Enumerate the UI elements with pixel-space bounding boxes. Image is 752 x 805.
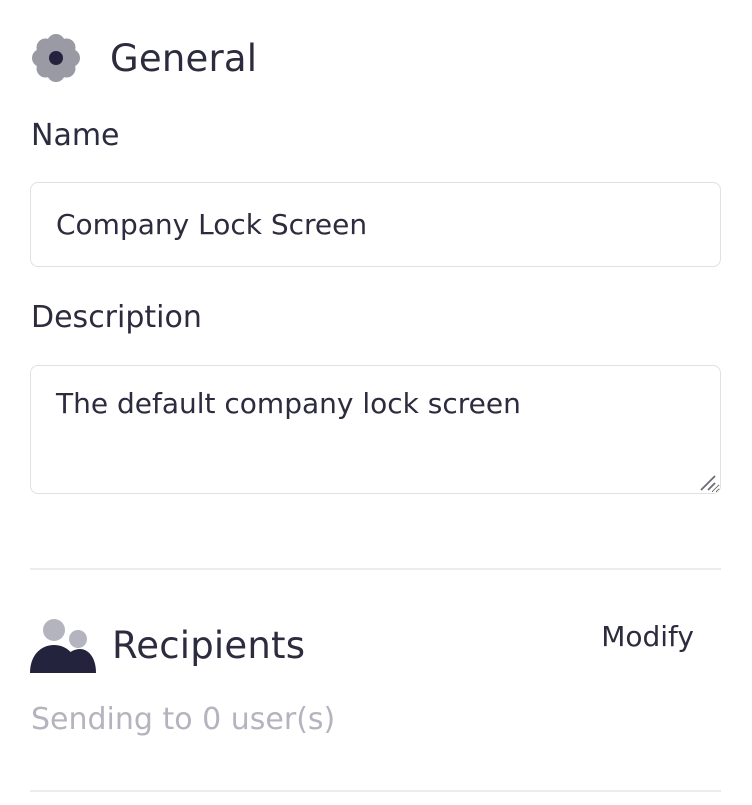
general-section-title: General	[110, 36, 258, 80]
recipients-status-text: Sending to 0 user(s)	[31, 702, 336, 737]
modify-recipients-link[interactable]: Modify	[601, 620, 694, 653]
name-label: Name	[31, 118, 120, 153]
description-textarea[interactable]: The default company lock screen	[30, 365, 721, 494]
description-label: Description	[31, 300, 202, 335]
recipients-section-header: Recipients	[30, 615, 305, 675]
section-divider	[30, 790, 721, 792]
section-divider	[30, 568, 721, 570]
users-icon	[30, 617, 96, 673]
general-section-header: General	[30, 28, 257, 88]
name-input[interactable]	[30, 182, 721, 267]
recipients-section-title: Recipients	[112, 623, 306, 667]
gear-icon	[30, 28, 90, 88]
resize-handle-icon[interactable]	[697, 472, 717, 492]
